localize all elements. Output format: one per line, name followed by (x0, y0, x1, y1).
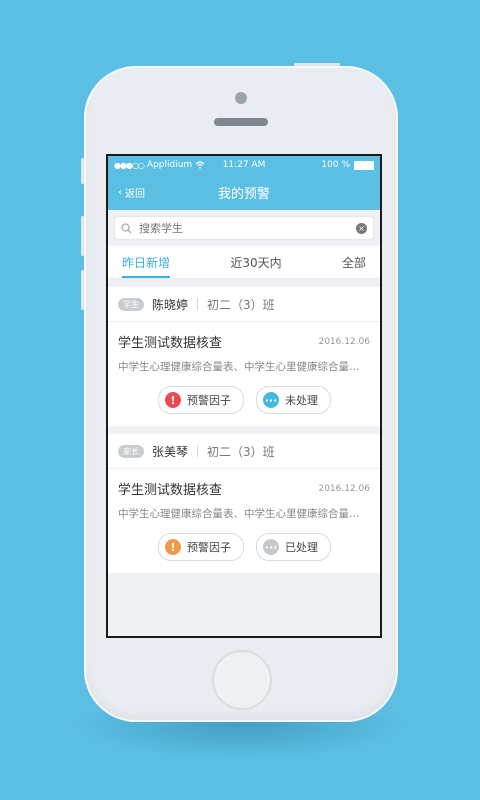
warning-factor-label: 预警因子 (187, 541, 231, 554)
app-screen: ●●●○○ Applidium 11:27 AM 100 % ‹ 返回 我的预警 (106, 154, 382, 638)
status-button[interactable]: ··· 已处理 (256, 533, 331, 561)
earpiece-speaker (214, 118, 268, 126)
status-label: 未处理 (285, 394, 318, 407)
alert-title: 学生测试数据核查 (118, 483, 223, 498)
student-name: 陈晓婷 (152, 297, 189, 312)
chevron-left-icon: ‹ (118, 186, 122, 198)
role-badge: 家长 (118, 444, 144, 458)
warning-factor-button[interactable]: ! 预警因子 (158, 533, 244, 561)
divider (197, 298, 199, 310)
student-name: 张美琴 (152, 444, 189, 459)
warning-factor-label: 预警因子 (187, 394, 231, 407)
search-input[interactable] (137, 220, 356, 236)
class-name: 初二（3）班 (207, 444, 275, 459)
alert-date: 2016.12.06 (318, 483, 370, 494)
front-camera (235, 92, 247, 104)
tab-yesterday[interactable]: 昨日新增 (122, 246, 171, 278)
class-name: 初二（3）班 (207, 297, 275, 312)
back-button[interactable]: ‹ 返回 (108, 185, 145, 200)
exclamation-icon: ! (165, 539, 181, 555)
status-bar: ●●●○○ Applidium 11:27 AM 100 % (108, 156, 380, 174)
back-label: 返回 (125, 188, 145, 200)
ellipsis-icon: ··· (263, 539, 279, 555)
page-title: 我的预警 (217, 186, 270, 202)
alert-card[interactable]: 学生 陈晓婷 初二（3）班 学生测试数据核查 2016.12.06 中学生心理健… (108, 287, 380, 426)
search-box: × (114, 216, 374, 240)
alert-date: 2016.12.06 (318, 336, 370, 347)
search-area: × (108, 210, 380, 246)
role-badge: 学生 (118, 297, 144, 311)
alert-card[interactable]: 家长 张美琴 初二（3）班 学生测试数据核查 2016.12.06 中学生心理健… (108, 434, 380, 573)
ellipsis-icon: ··· (263, 392, 279, 408)
search-icon (121, 222, 132, 233)
alert-title: 学生测试数据核查 (118, 336, 223, 351)
nav-bar: ‹ 返回 我的预警 (108, 174, 380, 210)
card-header: 学生 陈晓婷 初二（3）班 (108, 287, 380, 322)
status-button[interactable]: ··· 未处理 (256, 386, 331, 414)
mute-switch (81, 158, 84, 184)
warning-factor-button[interactable]: ! 预警因子 (158, 386, 244, 414)
tab-bar: 昨日新增 近30天内 全部 (108, 246, 380, 279)
power-button (294, 63, 340, 66)
alert-description: 中学生心理健康综合量表、中学生心里健康综合量… (118, 508, 360, 520)
tab-last-30-days[interactable]: 近30天内 (230, 246, 281, 278)
divider (197, 445, 199, 457)
card-body: 学生测试数据核查 2016.12.06 中学生心理健康综合量表、中学生心里健康综… (108, 322, 380, 426)
home-button[interactable] (212, 650, 272, 710)
battery-icon (354, 160, 374, 170)
alert-description: 中学生心理健康综合量表、中学生心里健康综合量… (118, 361, 360, 373)
volume-up-button (81, 216, 84, 256)
clear-icon[interactable]: × (356, 222, 367, 234)
volume-down-button (81, 270, 84, 310)
card-body: 学生测试数据核查 2016.12.06 中学生心理健康综合量表、中学生心里健康综… (108, 469, 380, 573)
status-label: 已处理 (285, 541, 318, 554)
top-bar: ●●●○○ Applidium 11:27 AM 100 % ‹ 返回 我的预警 (108, 156, 380, 210)
status-time: 11:27 AM (222, 160, 266, 170)
tab-all[interactable]: 全部 (342, 246, 366, 278)
card-header: 家长 张美琴 初二（3）班 (108, 434, 380, 469)
exclamation-icon: ! (165, 392, 181, 408)
